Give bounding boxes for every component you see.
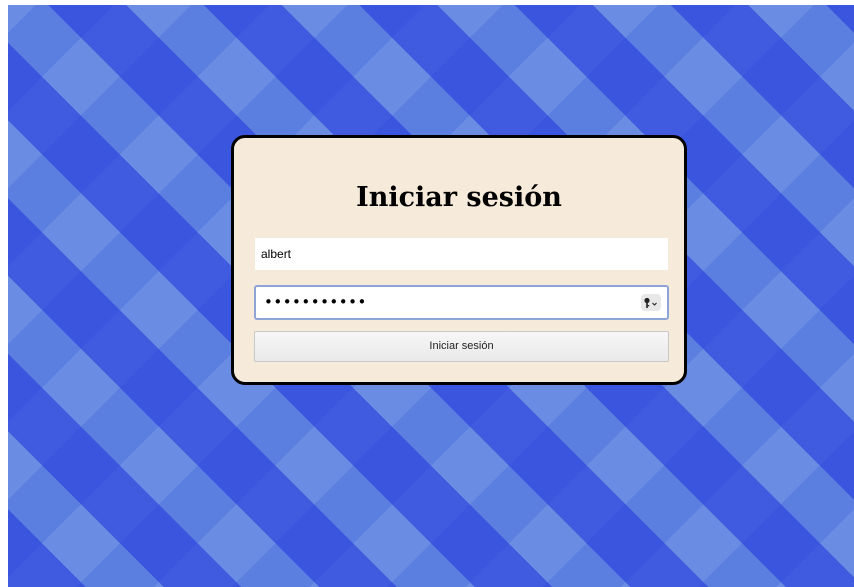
login-submit-button[interactable]: Iniciar sesión (254, 331, 669, 362)
key-icon (644, 297, 657, 308)
password-field[interactable]: ••••••••••• (254, 285, 669, 320)
page-background: Iniciar sesión albert ••••••••••• Inicia… (8, 5, 854, 587)
password-manager-button[interactable] (641, 294, 661, 311)
password-masked-value: ••••••••••• (264, 293, 367, 311)
username-field[interactable]: albert (254, 237, 669, 271)
username-value: albert (261, 247, 292, 261)
page-title: Iniciar sesión (356, 182, 562, 213)
login-card: Iniciar sesión albert ••••••••••• Inicia… (231, 135, 687, 385)
